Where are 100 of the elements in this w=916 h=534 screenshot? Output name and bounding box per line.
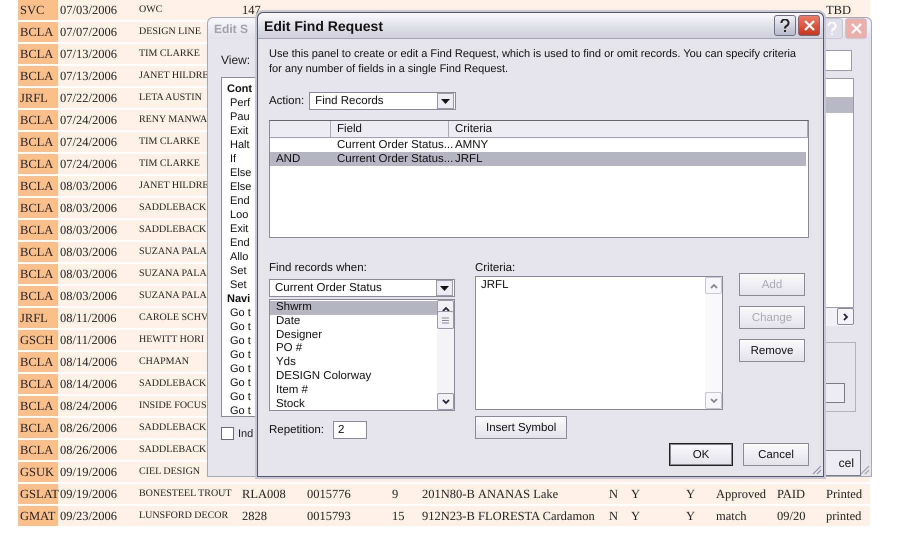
designer-cell-text: JANET HILDRE: [138, 179, 209, 193]
showroom-cell: BCLA: [18, 176, 58, 196]
criteria-field[interactable]: JRFL: [475, 276, 723, 410]
field-item[interactable]: Item #: [270, 384, 437, 398]
table-cell-text: 0015776: [306, 486, 352, 503]
scrollbar[interactable]: [437, 300, 454, 410]
field-item[interactable]: DESIGN Colorway: [270, 370, 437, 384]
chevron-right-icon: [842, 312, 848, 320]
designer-cell-text: SUZANA PALA: [138, 267, 207, 281]
showroom-cell: BCLA: [18, 110, 58, 130]
date-cell-text: 08/03/2006: [59, 244, 118, 261]
table-cell-text: Approved: [715, 486, 767, 503]
field-item[interactable]: Date: [270, 314, 437, 329]
date-cell-text: 08/14/2006: [59, 376, 118, 393]
designer-cell-text: HEWITT HORI: [138, 333, 204, 347]
field-item[interactable]: Designer: [270, 328, 437, 342]
table-row[interactable]: GMAT 09/23/2006 LUNSFORD DECOR 2828 0015793 15 912N23-B FLORESTA Cardamon N Y Y match 09/20 printed: [18, 506, 870, 526]
date-cell-text: 09/23/2006: [59, 508, 118, 525]
request-row[interactable]: AND Current Order Status...JRFL: [270, 152, 806, 166]
designer-cell-text: INSIDE FOCUS: [138, 399, 207, 413]
dropdown-arrow-icon: [440, 286, 449, 290]
showroom-cell: BCLA: [18, 132, 58, 152]
field-item[interactable]: Shwrm: [270, 301, 437, 315]
repetition-field[interactable]: 2: [332, 421, 367, 439]
action-button[interactable]: Remove: [739, 339, 805, 362]
date-cell-text: 08/24/2006: [59, 398, 118, 415]
insert-symbol-button[interactable]: Insert Symbol: [475, 416, 568, 439]
date-cell-text: 07/24/2006: [59, 134, 118, 151]
column-header[interactable]: Criteria: [449, 121, 808, 137]
scroll-right-button[interactable]: [837, 308, 854, 325]
table-cell-text: ANANAS Lake: [477, 486, 560, 503]
column-header[interactable]: Field: [331, 121, 449, 137]
date-cell-text: 09/19/2006: [59, 486, 118, 503]
showroom-cell: BCLA: [18, 242, 58, 262]
designer-cell-text: SUZANA PALA: [138, 289, 207, 303]
designer-cell-text: LETA AUSTIN: [138, 91, 202, 105]
resize-grip-icon[interactable]: [812, 465, 822, 475]
showroom-cell: BCLA: [18, 198, 58, 218]
table-cell-text: 9: [391, 486, 400, 503]
help-button[interactable]: [774, 15, 796, 36]
showroom-cell: BCLA: [18, 352, 58, 372]
showroom-cell: BCLA: [18, 154, 58, 174]
help-icon: [780, 19, 790, 32]
showroom-cell: BCLA: [18, 22, 58, 42]
checkbox[interactable]: [221, 427, 234, 440]
table-cell-text: PAID: [776, 486, 806, 503]
table-cell-text: match: [715, 508, 748, 525]
showroom-cell: BCLA: [18, 66, 58, 86]
table-cell-text: 09/20: [776, 508, 806, 525]
designer-cell-text: BONESTEEL TROUT: [138, 487, 232, 501]
action-dropdown[interactable]: Find Records: [309, 92, 456, 110]
showroom-cell: GSCH: [18, 330, 58, 350]
scroll-down-icon: [710, 398, 718, 404]
date-cell-text: 07/24/2006: [59, 156, 118, 173]
resize-grip-icon[interactable]: [860, 465, 870, 475]
date-cell-text: 09/19/2006: [59, 464, 118, 481]
designer-cell-text: OWC: [138, 3, 162, 17]
request-row[interactable]: Current Order Status...AMNY: [270, 138, 806, 152]
designer-cell-text: SADDLEBACK: [138, 377, 206, 391]
date-cell-text: 08/26/2006: [59, 420, 118, 437]
close-icon: [850, 23, 862, 34]
designer-cell-text: SADDLEBACK: [138, 443, 206, 457]
date-cell-text: 07/03/2006: [59, 2, 118, 19]
criteria-label: Criteria:: [475, 262, 516, 274]
date-cell-text: 07/24/2006: [59, 112, 118, 129]
field-item[interactable]: Stock: [270, 398, 437, 412]
field-item[interactable]: PO #: [270, 342, 437, 356]
scrollbar[interactable]: [705, 277, 722, 409]
date-cell-text: 08/03/2006: [59, 178, 118, 195]
date-cell-text: 07/13/2006: [59, 46, 118, 63]
table-cell-text: 15: [391, 508, 406, 525]
date-cell-text: 07/13/2006: [59, 68, 118, 85]
scroll-down-icon: [442, 398, 450, 404]
window-title: Edit Find Request: [264, 18, 383, 34]
designer-cell-text: CIEL DESIGN: [138, 465, 200, 479]
scroll-up-icon: [442, 306, 450, 312]
showroom-cell: GSUK: [18, 462, 58, 482]
table-cell-text: 201N80-B: [421, 486, 476, 503]
field-item[interactable]: Yds: [270, 356, 437, 370]
table-cell-text: Y: [630, 508, 642, 525]
table-cell-text: FLORESTA Cardamon: [477, 508, 596, 525]
close-button[interactable]: [798, 15, 820, 36]
table-row[interactable]: GSLAT09/19/2006 BONESTEEL TROUT RLA008 0015776 9 201N80-B ANANAS Lake N Y Y Approved PAID Printed: [18, 484, 870, 504]
designer-cell-text: TIM CLARKE: [138, 47, 200, 61]
table-cell-text: TBD: [825, 2, 852, 19]
checkbox-label: Ind: [238, 428, 254, 440]
scroll-up-icon: [710, 282, 718, 288]
find-when-label: Find records when:: [269, 262, 368, 274]
action-label: Action:: [269, 95, 304, 107]
showroom-cell: BCLA: [18, 220, 58, 240]
table-dropdown[interactable]: Current Order Status: [269, 279, 455, 297]
showroom-cell: BCLA: [18, 440, 58, 460]
designer-cell-text: DESIGN LINE: [138, 25, 201, 39]
view-label: View:: [221, 53, 252, 67]
showroom-cell: BCLA: [18, 396, 58, 416]
grip-icon: [442, 316, 449, 324]
table-cell-text: N: [608, 508, 620, 525]
dialog-button[interactable]: OK: [669, 443, 733, 466]
help-icon: [827, 22, 837, 35]
dialog-button[interactable]: Cancel: [743, 443, 809, 466]
